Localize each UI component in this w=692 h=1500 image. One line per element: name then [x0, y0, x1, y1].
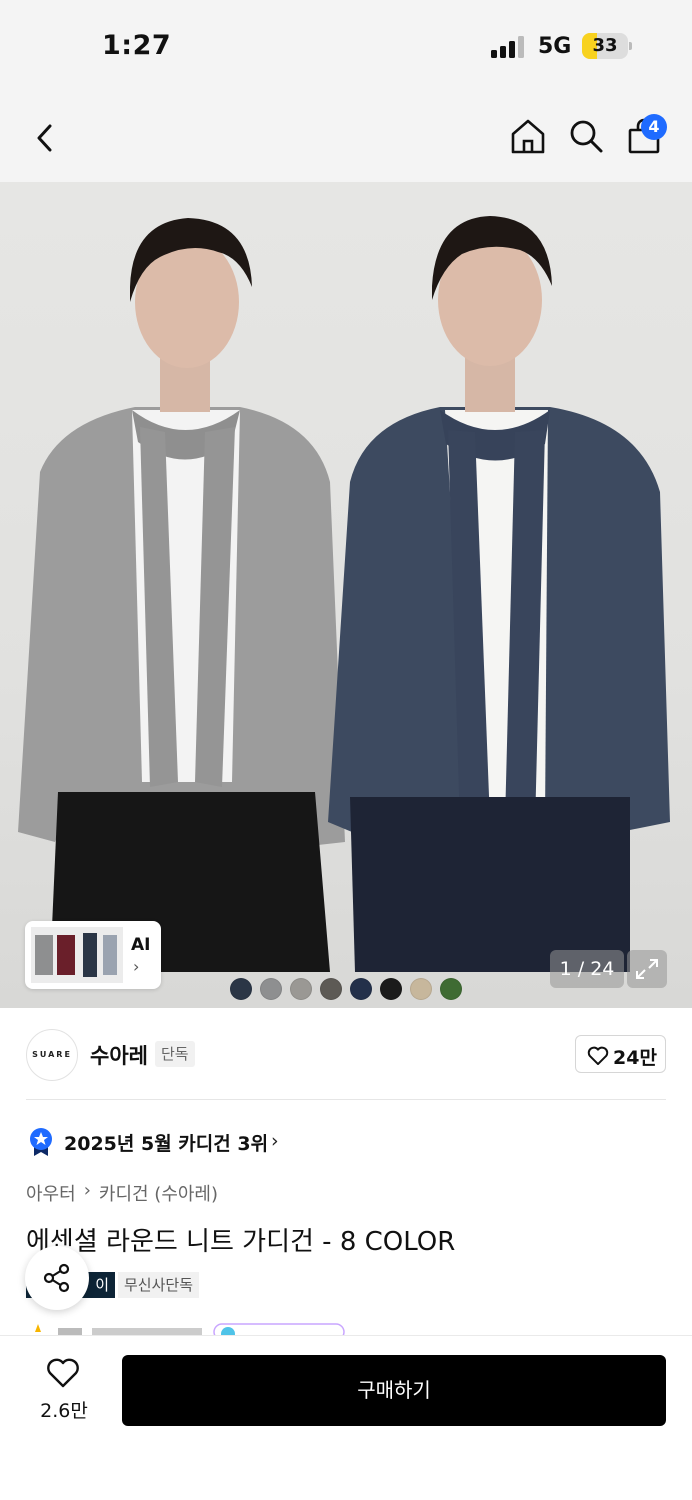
share-button[interactable] — [25, 1246, 89, 1310]
ranking-text[interactable]: 2025년 5월 카디건 3위 — [64, 1129, 268, 1156]
color-swatch[interactable] — [440, 978, 462, 1000]
color-swatch[interactable] — [410, 978, 432, 1000]
search-icon[interactable] — [566, 116, 606, 156]
status-bar: 1:27 5G 33 — [0, 0, 692, 96]
brand-like-count: 24만 — [613, 1047, 657, 1069]
color-swatch[interactable] — [260, 978, 282, 1000]
product-title: 에센셜 라운드 니트 가디건 - 8 COLOR — [26, 1227, 456, 1257]
heart-icon[interactable] — [46, 1358, 80, 1388]
exclusive-badge: 무신사단독 — [118, 1272, 200, 1298]
brand-name[interactable]: 수아레 — [90, 1040, 148, 1070]
color-swatch[interactable] — [320, 978, 342, 1000]
chevron-right-icon: › — [271, 1130, 279, 1152]
signal-icon — [491, 36, 527, 58]
divider — [26, 1099, 666, 1100]
wishlist-count: 2.6만 — [40, 1400, 88, 1422]
breadcrumb: 아우터 › 카디건 (수아레) — [26, 1180, 218, 1206]
model-left — [18, 218, 345, 972]
color-swatch[interactable] — [290, 978, 312, 1000]
battery-cap — [629, 42, 632, 50]
heart-icon — [587, 1046, 609, 1065]
color-swatch[interactable] — [350, 978, 372, 1000]
chevron-right-icon: › — [133, 957, 140, 976]
product-image[interactable] — [0, 182, 692, 1008]
image-page-indicator: 1 / 24 — [550, 950, 624, 988]
product-photo-illustration — [18, 216, 670, 972]
ranking-badge-icon — [30, 1128, 52, 1156]
breadcrumb-category[interactable]: 아우터 — [26, 1180, 76, 1206]
model-right — [328, 216, 670, 972]
share-icon — [43, 1263, 70, 1293]
network-type: 5G — [538, 34, 572, 59]
color-swatch[interactable] — [380, 978, 402, 1000]
cart-count-badge: 4 — [641, 114, 667, 140]
brand-like-button[interactable]: 24만 — [575, 1035, 666, 1073]
buy-button[interactable]: 구매하기 — [122, 1355, 666, 1426]
back-icon[interactable] — [30, 118, 62, 158]
rating-row-peek — [35, 1323, 345, 1336]
outfit-thumbnail-strip — [31, 927, 123, 983]
chevron-right-icon: › — [83, 1180, 91, 1201]
expand-image-button[interactable] — [627, 950, 667, 988]
battery-icon: 33 — [582, 33, 628, 59]
color-swatches — [230, 978, 462, 1000]
status-time: 1:27 — [102, 30, 172, 61]
battery-level: 33 — [592, 35, 618, 56]
breadcrumb-subcategory[interactable]: 카디건 (수아레) — [99, 1180, 218, 1206]
ai-outfit-thumbnail[interactable]: AI › — [25, 921, 161, 989]
expand-icon — [636, 959, 658, 979]
brand-logo[interactable]: SUARE — [26, 1029, 78, 1081]
nav-header — [0, 96, 692, 182]
color-swatch[interactable] — [230, 978, 252, 1000]
home-icon[interactable] — [508, 116, 548, 156]
exclusive-tag: 단독 — [155, 1041, 195, 1067]
ai-label: AI — [131, 935, 151, 955]
